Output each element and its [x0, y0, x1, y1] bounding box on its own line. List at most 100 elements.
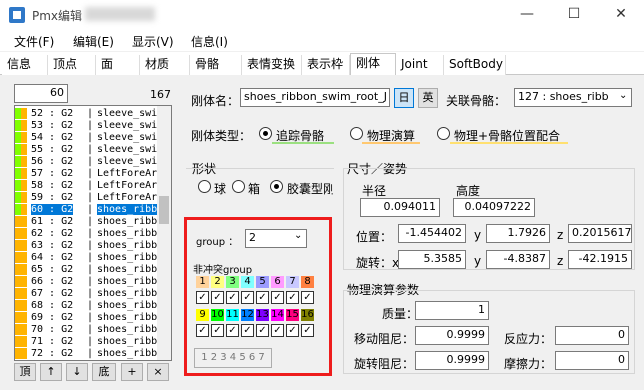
list-item[interactable]: 68 : G2 | shoes_ribb: [15, 300, 157, 311]
list-scroll-thumb[interactable]: [159, 196, 169, 224]
tab-material[interactable]: 材质: [140, 55, 190, 75]
list-item[interactable]: 59 : G2 | LeftForeAr: [15, 192, 157, 203]
rot-z-input[interactable]: -42.1915: [568, 250, 632, 269]
list-item[interactable]: 60 : G2 | shoes_ribb: [15, 204, 158, 215]
nocollide-checkbox[interactable]: ✓: [271, 324, 284, 337]
separator: |: [87, 228, 94, 239]
bone-select[interactable]: 127 : shoes_ribb: [514, 88, 632, 107]
nocollide-checkbox[interactable]: ✓: [241, 324, 254, 337]
tab-display[interactable]: 表示枠: [302, 55, 350, 75]
nocollide-checkbox[interactable]: ✓: [196, 324, 209, 337]
tab-rigidbody[interactable]: 刚体: [350, 53, 396, 76]
height-input[interactable]: 0.04097222: [453, 198, 535, 217]
nav-down-button[interactable]: ↓: [66, 363, 88, 381]
list-item[interactable]: 66 : G2 | shoes_ribb: [15, 276, 157, 287]
move-damp-input[interactable]: 0.9999: [415, 326, 489, 345]
tab-joint[interactable]: Joint: [396, 55, 444, 75]
list-item[interactable]: 69 : G2 | shoes_ribb: [15, 312, 157, 323]
list-item[interactable]: 72 : G2 | shoes_ribb: [15, 348, 157, 359]
rot-y-input[interactable]: -4.8387: [486, 250, 550, 269]
nocollide-checkbox[interactable]: ✓: [211, 291, 224, 304]
rigidbody-list[interactable]: 52 : G2 | sleeve_swi 53 : G2 | sleeve_swi 54 :…: [14, 105, 172, 361]
nav-bottom-button[interactable]: 底: [92, 363, 116, 381]
nocollide-checkbox[interactable]: ✓: [301, 291, 314, 304]
list-item[interactable]: 55 : G2 | sleeve_swi: [15, 144, 157, 155]
pos-z-input[interactable]: 0.2015617: [568, 224, 632, 243]
list-item[interactable]: 64 : G2 | shoes_ribb: [15, 252, 157, 263]
mass-input[interactable]: 1: [415, 301, 489, 320]
nocollide-checkbox[interactable]: ✓: [226, 291, 239, 304]
list-item[interactable]: 54 : G2 | sleeve_swi: [15, 132, 157, 143]
radius-input[interactable]: 0.094011: [360, 198, 440, 217]
delete-button[interactable]: ×: [147, 363, 169, 381]
name-input[interactable]: shoes_ribbon_swim_root_J: [240, 88, 390, 107]
list-item[interactable]: 61 : G2 | shoes_ribb: [15, 216, 157, 227]
maximize-button[interactable]: ☐: [551, 0, 597, 30]
nocollide-checkbox[interactable]: ✓: [211, 324, 224, 337]
rot-damp-input[interactable]: 0.9999: [415, 351, 489, 370]
list-item[interactable]: 62 : G2 | shoes_ribb: [15, 228, 157, 239]
nav-top-button[interactable]: 頂: [14, 363, 36, 381]
list-item[interactable]: 57 : G2 | LeftForeAr: [15, 168, 157, 179]
list-item-index: 72 : G2: [31, 348, 74, 359]
shape-sphere-radio[interactable]: [198, 180, 211, 193]
list-item[interactable]: 65 : G2 | shoes_ribb: [15, 264, 157, 275]
type-physics-bone-radio[interactable]: [437, 127, 450, 140]
list-item[interactable]: 56 : G2 | sleeve_swi: [15, 156, 157, 167]
list-item-index: 70 : G2: [31, 324, 74, 335]
nocollide-checkbox[interactable]: ✓: [226, 324, 239, 337]
tab-vertex[interactable]: 顶点: [48, 55, 96, 75]
rot-x-input[interactable]: 5.3585: [398, 250, 466, 269]
menu-edit[interactable]: 编辑(E): [73, 33, 114, 50]
pos-x-input[interactable]: -1.454402: [398, 224, 466, 243]
nocollide-checkbox[interactable]: ✓: [301, 324, 314, 337]
pos-y-input[interactable]: 1.7926: [486, 224, 550, 243]
menu-file[interactable]: 文件(F): [14, 33, 54, 50]
group-color-swatch: [21, 204, 27, 215]
group-swatch: 11: [226, 309, 239, 321]
type-physics-radio[interactable]: [350, 127, 363, 140]
menu-info[interactable]: 信息(I): [191, 33, 228, 50]
nocollide-checkbox[interactable]: ✓: [196, 291, 209, 304]
menu-view[interactable]: 显示(V): [132, 33, 174, 50]
restitution-input[interactable]: 0: [555, 326, 629, 345]
tab-face[interactable]: 面: [96, 55, 140, 75]
list-item-index: 59 : G2: [31, 192, 74, 203]
tab-bone[interactable]: 骨骼: [190, 55, 242, 75]
nocollide-checkbox[interactable]: ✓: [241, 291, 254, 304]
group-swatch: 9: [196, 309, 209, 321]
list-item[interactable]: 70 : G2 | shoes_ribb: [15, 324, 157, 335]
separator: |: [87, 132, 94, 143]
add-button[interactable]: +: [121, 363, 143, 381]
list-scrollbar[interactable]: [157, 106, 171, 360]
minimize-button[interactable]: —: [504, 0, 550, 30]
type-follow-bone-radio[interactable]: [259, 127, 272, 140]
list-item[interactable]: 58 : G2 | LeftForeAr: [15, 180, 157, 191]
friction-input[interactable]: 0: [555, 351, 629, 370]
list-item[interactable]: 53 : G2 | sleeve_swi: [15, 120, 157, 131]
lang-jp-button[interactable]: 日: [394, 88, 414, 108]
separator: |: [87, 168, 94, 179]
list-search-input[interactable]: 60: [14, 84, 68, 103]
list-item-index: 62 : G2: [31, 228, 74, 239]
nocollide-checkbox[interactable]: ✓: [286, 324, 299, 337]
group-color-swatch: [21, 348, 27, 359]
shape-capsule-radio[interactable]: [270, 180, 283, 193]
nocollide-checkbox[interactable]: ✓: [286, 291, 299, 304]
list-item[interactable]: 71 : G2 | shoes_ribb: [15, 336, 157, 347]
tab-morph[interactable]: 表情变换: [242, 55, 302, 75]
nocollide-checkbox[interactable]: ✓: [256, 291, 269, 304]
shape-box-radio[interactable]: [232, 180, 245, 193]
tab-softbody[interactable]: SoftBody: [444, 55, 506, 75]
tab-info[interactable]: 信息: [2, 55, 48, 75]
list-item[interactable]: 52 : G2 | sleeve_swi: [15, 108, 157, 119]
lang-en-button[interactable]: 英: [418, 88, 438, 108]
nocollide-checkbox[interactable]: ✓: [271, 291, 284, 304]
nav-up-button[interactable]: ↑: [40, 363, 62, 381]
group-swatch: 16: [301, 309, 314, 321]
nocollide-checkbox[interactable]: ✓: [256, 324, 269, 337]
close-button[interactable]: ✕: [598, 0, 644, 30]
list-item[interactable]: 63 : G2 | shoes_ribb: [15, 240, 157, 251]
group-text-button[interactable]: 1 2 3 4 5 6 7: [194, 348, 272, 368]
list-item[interactable]: 67 : G2 | shoes_ribb: [15, 288, 157, 299]
